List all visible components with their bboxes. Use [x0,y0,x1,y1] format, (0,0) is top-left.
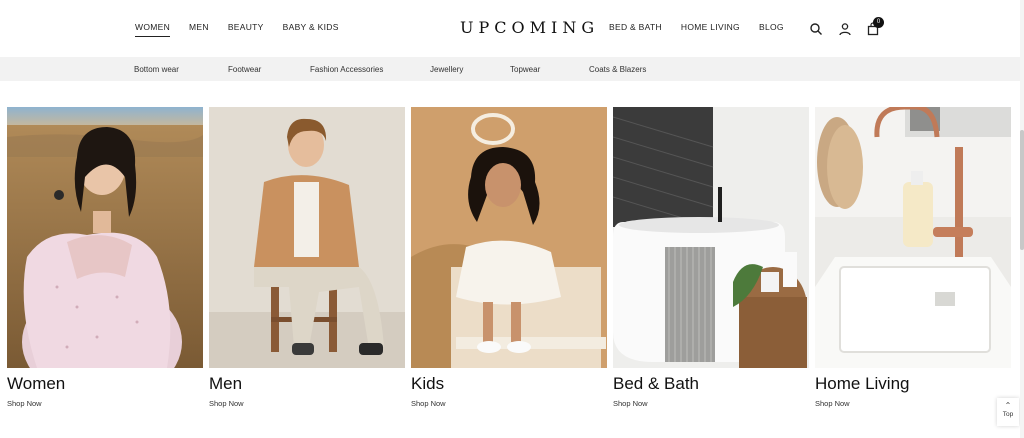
primary-nav-right: BED & BATH HOME LIVING BLOG [609,22,784,36]
subnav-fashion-accessories[interactable]: Fashion Accessories [310,65,383,74]
scroll-to-top-label: Top [1002,411,1014,418]
subnav-footwear[interactable]: Footwear [228,65,261,74]
category-card-bed-bath: Bed & Bath Shop Now [613,107,809,408]
scroll-to-top-button[interactable]: ⌃ Top [997,398,1019,426]
women-category-image[interactable] [7,107,203,368]
subnav-topwear[interactable]: Topwear [510,65,540,74]
men-category-image[interactable] [209,107,405,368]
scrollbar-thumb[interactable] [1020,130,1024,250]
site-header: WOMEN MEN BEAUTY BABY & KIDS UPCOMING BE… [0,0,1024,57]
category-title-home-living[interactable]: Home Living [815,374,910,394]
shop-now-link-kids[interactable]: Shop Now [411,399,446,408]
kids-category-image[interactable] [411,107,607,368]
category-card-men: Men Shop Now [209,107,405,408]
nav-beauty[interactable]: BEAUTY [228,22,264,37]
nav-men[interactable]: MEN [189,22,209,37]
category-title-women[interactable]: Women [7,374,65,394]
search-icon[interactable] [809,22,823,36]
nav-women[interactable]: WOMEN [135,22,171,37]
page-scrollbar[interactable] [1020,0,1024,438]
nav-blog[interactable]: BLOG [759,22,784,36]
category-card-women: Women Shop Now [7,107,203,408]
user-icon[interactable] [838,22,852,36]
category-title-kids[interactable]: Kids [411,374,444,394]
bed-bath-category-image[interactable] [613,107,809,368]
category-card-kids: Kids Shop Now [411,107,607,408]
shop-now-link-home-living[interactable]: Shop Now [815,399,850,408]
category-card-home-living: Home Living Shop Now [815,107,1011,408]
category-title-bed-bath[interactable]: Bed & Bath [613,374,699,394]
chevron-up-icon: ⌃ [1004,401,1012,410]
category-title-men[interactable]: Men [209,374,242,394]
shop-now-link-women[interactable]: Shop Now [7,399,42,408]
nav-bed-bath[interactable]: BED & BATH [609,22,662,36]
nav-home-living[interactable]: HOME LIVING [681,22,740,36]
nav-baby-kids[interactable]: BABY & KIDS [283,22,339,37]
site-logo[interactable]: UPCOMING [460,18,599,37]
home-living-category-image[interactable] [815,107,1011,368]
subnav-coats-blazers[interactable]: Coats & Blazers [589,65,646,74]
subnav-jewellery[interactable]: Jewellery [430,65,463,74]
subcategory-bar: Bottom wear Footwear Fashion Accessories… [0,57,1020,81]
shop-now-link-men[interactable]: Shop Now [209,399,244,408]
primary-nav-left: WOMEN MEN BEAUTY BABY & KIDS [135,22,339,37]
shop-now-link-bed-bath[interactable]: Shop Now [613,399,648,408]
subnav-bottom-wear[interactable]: Bottom wear [134,65,179,74]
cart-count-badge: 0 [873,17,884,28]
